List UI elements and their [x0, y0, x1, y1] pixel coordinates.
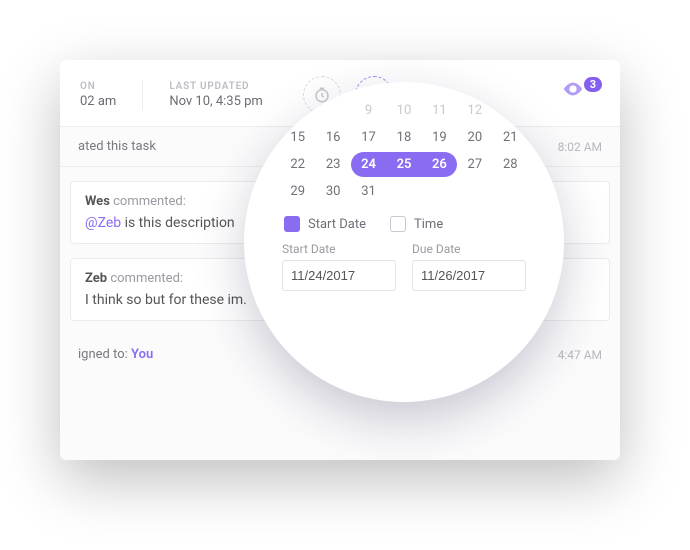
calendar-day[interactable]: 17 [351, 125, 386, 150]
created-label: ON [80, 81, 116, 92]
calendar-day[interactable]: 23 [315, 152, 350, 177]
divider [142, 80, 143, 110]
calendar-day[interactable]: 24 [351, 152, 386, 177]
calendar-day[interactable]: 11 [422, 98, 457, 123]
activity-text: ated this task [78, 139, 156, 154]
calendar-day[interactable]: 20 [457, 125, 492, 150]
updated-label: LAST UPDATED [169, 81, 263, 92]
start-date-input[interactable] [282, 260, 396, 291]
calendar-day[interactable]: 9 [351, 98, 386, 123]
calendar-grid[interactable]: 9101112131516171819202122232425262728293… [280, 98, 528, 204]
calendar-day[interactable]: 19 [422, 125, 457, 150]
updated-meta: LAST UPDATED Nov 10, 4:35 pm [169, 81, 263, 109]
start-date-field: Start Date [282, 242, 396, 291]
calendar-day[interactable]: 28 [493, 152, 528, 177]
assignee-link[interactable]: You [131, 347, 153, 362]
due-date-field: Due Date [412, 242, 526, 291]
activity-time: 8:02 AM [558, 140, 602, 154]
checkbox-icon [284, 216, 300, 232]
updated-value: Nov 10, 4:35 pm [169, 94, 263, 109]
watchers[interactable]: 3 [558, 78, 602, 104]
mention[interactable]: @Zeb [85, 215, 121, 231]
calendar-day[interactable]: 22 [280, 152, 315, 177]
assigned-text: igned to: You [78, 347, 153, 362]
due-date-input[interactable] [412, 260, 526, 291]
calendar-day[interactable]: 16 [315, 125, 350, 150]
calendar-day[interactable]: 30 [315, 179, 350, 204]
checkbox-icon [390, 216, 406, 232]
calendar-day[interactable]: 18 [386, 125, 421, 150]
created-meta: ON 02 am [80, 81, 116, 109]
calendar-day[interactable]: 27 [457, 152, 492, 177]
calendar-day[interactable]: 10 [386, 98, 421, 123]
start-date-toggle[interactable]: Start Date [284, 216, 366, 232]
calendar-day[interactable]: 29 [280, 179, 315, 204]
calendar-day[interactable]: 25 [386, 152, 421, 177]
watcher-count: 3 [584, 77, 602, 92]
calendar-day[interactable]: 31 [351, 179, 386, 204]
activity-time: 4:47 AM [558, 348, 602, 362]
time-toggle[interactable]: Time [390, 216, 443, 232]
date-fields: Start Date Due Date [282, 242, 526, 291]
comment-author: Zeb [85, 271, 107, 286]
comment-author: Wes [85, 194, 110, 209]
calendar: 9101112131516171819202122232425262728293… [280, 98, 528, 204]
date-picker-popover: 9101112131516171819202122232425262728293… [244, 82, 564, 402]
start-date-label: Start Date [282, 242, 396, 256]
picker-toggles: Start Date Time [284, 216, 524, 232]
calendar-day[interactable]: 26 [422, 152, 457, 177]
created-value: 02 am [80, 94, 116, 109]
due-date-label: Due Date [412, 242, 526, 256]
